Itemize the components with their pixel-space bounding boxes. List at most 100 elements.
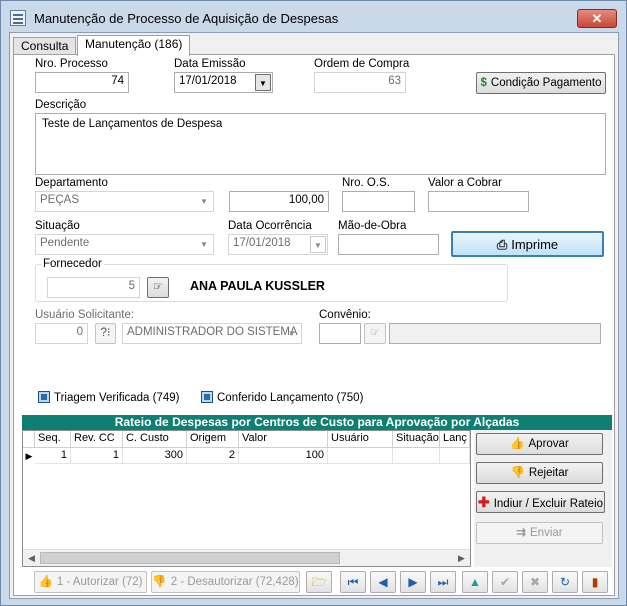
data-emissao-field[interactable]: 17/01/2018 ▼ — [174, 72, 273, 93]
refresh-icon: ↻ — [559, 575, 571, 589]
valor-cobrar-label: Valor a Cobrar — [428, 177, 502, 189]
usuario-lookup-button[interactable]: ?⁝ — [95, 323, 116, 344]
cancel-record-button[interactable]: ✖ — [522, 571, 548, 593]
insert-record-button[interactable]: ▲ — [462, 571, 488, 593]
title-bar: Manutenção de Processo de Aquisição de D… — [2, 2, 625, 32]
table-cell[interactable] — [328, 448, 393, 464]
last-record-button[interactable]: ⏭ — [430, 571, 456, 593]
mao-de-obra-field[interactable] — [338, 234, 439, 255]
aprovar-label: Aprovar — [528, 438, 569, 450]
next-icon: ▶ — [408, 575, 418, 589]
valor-field[interactable]: 100,00 — [229, 191, 329, 212]
fornecedor-name: ANA PAULA KUSSLER — [190, 279, 325, 293]
table-cell[interactable] — [393, 448, 440, 464]
valor-cobrar-field[interactable] — [428, 191, 529, 212]
close-icon: ✖ — [529, 575, 541, 589]
triagem-verificada-checkbox[interactable]: Triagem Verificada (749) — [38, 391, 180, 404]
previous-record-button[interactable]: ◀ — [370, 571, 396, 593]
aprovar-button[interactable]: 👍 Aprovar — [476, 433, 603, 455]
data-ocorrencia-value: 17/01/2018 — [233, 237, 291, 249]
table-cell[interactable] — [440, 448, 470, 464]
next-record-button[interactable]: ▶ — [400, 571, 426, 593]
exit-door-icon: ▮ — [591, 575, 599, 589]
scroll-left-icon[interactable]: ◀ — [23, 550, 40, 566]
usuario-code-field[interactable]: 0 — [35, 323, 88, 344]
incluir-excluir-rateio-button[interactable]: ✚ Indiur / Excluir Rateio — [476, 491, 605, 513]
rejeitar-button[interactable]: 👎 Rejeitar — [476, 462, 603, 484]
departamento-combo[interactable]: PEÇAS ▼ — [35, 191, 214, 212]
post-record-button[interactable]: ✔ — [492, 571, 518, 593]
plus-icon: ✚ — [477, 494, 490, 510]
triagem-verificada-label: Triagem Verificada (749) — [54, 392, 180, 404]
nro-os-field[interactable] — [342, 191, 415, 212]
convenio-lookup-button[interactable]: ☞ — [364, 323, 386, 344]
convenio-name-field — [389, 323, 601, 344]
conferido-lancamento-checkbox[interactable]: Conferido Lançamento (750) — [201, 391, 363, 404]
autorizar-label: 1 - Autorizar (72) — [56, 576, 143, 588]
refresh-button[interactable]: ↻ — [552, 571, 578, 593]
dollar-icon: $ — [480, 77, 487, 89]
convenio-code-field[interactable] — [319, 323, 361, 344]
fornecedor-code-field[interactable]: 5 — [47, 277, 140, 298]
folder-icon: 🗁 — [311, 575, 327, 589]
data-emissao-label: Data Emissão — [174, 58, 246, 70]
desautorizar-button[interactable]: 👎 2 - Desautorizar (72,428) — [151, 571, 300, 593]
close-button[interactable]: ✕ — [577, 9, 617, 28]
table-cell[interactable]: 1 — [35, 448, 71, 464]
fornecedor-lookup-button[interactable]: ☞ — [147, 277, 169, 298]
grid-side-panel: 👍 Aprovar 👎 Rejeitar ✚ Indiur / Excluir Rat… — [474, 430, 612, 567]
column-header[interactable]: Rev. CC — [71, 431, 123, 448]
column-header[interactable]: C. Custo — [123, 431, 187, 448]
scroll-right-icon[interactable]: ▶ — [453, 550, 470, 566]
imprime-button[interactable]: ⎙ Imprime — [451, 231, 604, 257]
check-icon: ✔ — [499, 575, 511, 589]
thumbs-up-icon: 👍 — [38, 576, 53, 588]
chevron-down-icon[interactable]: ▼ — [310, 236, 326, 253]
table-cell[interactable]: 2 — [187, 448, 239, 464]
thumbs-down-icon: 👎 — [510, 467, 525, 479]
main-window: Manutenção de Processo de Aquisição de D… — [0, 0, 627, 606]
incluir-excluir-label: Indiur / Excluir Rateio — [493, 498, 604, 510]
ordem-compra-field[interactable]: 63 — [314, 72, 406, 93]
autorizar-button[interactable]: 👍 1 - Autorizar (72) — [34, 571, 147, 593]
rateio-grid-title: Rateio de Despesas por Centros de Custo … — [22, 415, 612, 430]
chevron-down-icon[interactable]: ▼ — [255, 74, 271, 91]
column-header[interactable]: Origem — [187, 431, 239, 448]
usuario-name-combo[interactable]: ADMINISTRADOR DO SISTEMA ▼ — [122, 323, 302, 344]
table-cell[interactable]: 300 — [123, 448, 187, 464]
descricao-field[interactable]: Teste de Lançamentos de Despesa — [35, 113, 606, 175]
thumbs-up-icon: 👍 — [510, 438, 525, 450]
table-cell[interactable]: 100 — [239, 448, 328, 464]
enviar-button[interactable]: ⇉ Enviar — [476, 522, 603, 544]
data-emissao-value: 17/01/2018 — [179, 75, 237, 87]
conferido-lancamento-label: Conferido Lançamento (750) — [217, 392, 364, 404]
enviar-label: Enviar — [530, 527, 563, 539]
departamento-value: PEÇAS — [40, 194, 79, 206]
situacao-combo[interactable]: Pendente ▼ — [35, 234, 214, 255]
column-header[interactable]: Seq. — [35, 431, 71, 448]
tab-manutencao[interactable]: Manutenção (186) — [77, 35, 191, 56]
chevron-down-icon[interactable]: ▼ — [196, 193, 212, 210]
rateio-grid[interactable]: Seq. Rev. CC C. Custo Origem Valor Usuár… — [22, 430, 471, 567]
column-header[interactable]: Usuário — [328, 431, 393, 448]
first-record-button[interactable]: ⏮ — [340, 571, 366, 593]
data-ocorrencia-field[interactable]: 17/01/2018 ▼ — [228, 234, 328, 255]
chevron-down-icon[interactable]: ▼ — [284, 325, 300, 342]
app-icon — [10, 10, 26, 26]
table-cell[interactable]: 1 — [71, 448, 123, 464]
horizontal-scrollbar[interactable]: ◀ ▶ — [23, 549, 470, 566]
exit-button[interactable]: ▮ — [582, 571, 608, 593]
chevron-down-icon[interactable]: ▼ — [196, 236, 212, 253]
tab-consulta[interactable]: Consulta — [13, 37, 77, 55]
column-header[interactable]: Lanç — [440, 431, 470, 448]
column-header[interactable]: Valor — [239, 431, 328, 448]
open-folder-button[interactable]: 🗁 — [306, 571, 332, 593]
scrollbar-thumb[interactable] — [40, 552, 340, 564]
lookup-icon: ☞ — [369, 327, 381, 339]
condicao-pagamento-button[interactable]: $ Condição Pagamento — [476, 72, 606, 94]
checkbox-icon — [38, 391, 50, 403]
nro-processo-field[interactable]: 74 — [35, 72, 129, 93]
nro-os-label: Nro. O.S. — [342, 177, 390, 189]
printer-icon: ⎙ — [496, 237, 508, 252]
column-header[interactable]: Situação — [393, 431, 440, 448]
